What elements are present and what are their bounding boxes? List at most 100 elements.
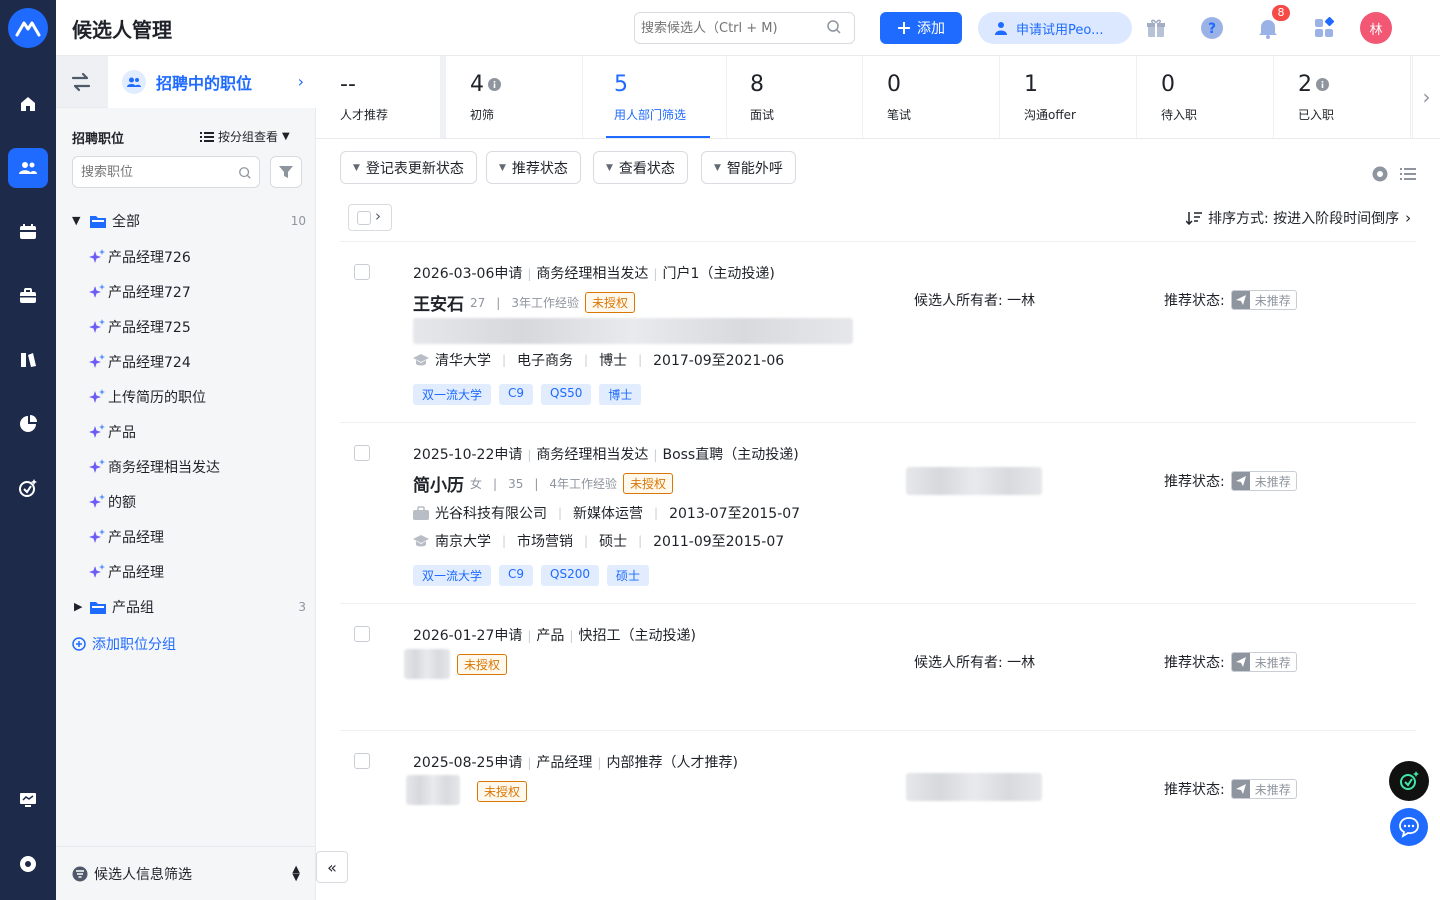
job-item[interactable]: 的额 [56,484,316,519]
unauthorized-badge: 未授权 [584,292,635,313]
switch-icon[interactable] [70,72,92,96]
candidate-card[interactable]: 2026-01-27申请 | 产品 | 快招工（主动投递) 未授权 候选人所有者: 一林… [340,604,1416,730]
candidate-name[interactable]: 简小历 [413,471,464,496]
collapse-sidebar-button[interactable]: « [316,851,348,883]
tree-all[interactable]: ▼ 全部 10 [56,203,316,238]
help-icon[interactable]: ? [1198,14,1226,42]
settings-icon[interactable] [8,844,48,884]
redacted-name [404,649,450,679]
job-item[interactable]: 产品经理727 [56,274,316,309]
job-item-label: 产品经理726 [108,249,191,266]
stage-tab[interactable]: 8 面试 [726,56,863,138]
ai-assistant-fab[interactable] [1389,761,1429,801]
candidate-card[interactable]: 2025-10-22申请 | 商务经理相当发达 | Boss直聘（主动投递) 简小历 女… [340,423,1416,603]
sort-selector[interactable]: 排序方式: 按进入阶段时间倒序 › [1186,208,1411,228]
current-job-selector[interactable]: 招聘中的职位 › [108,56,316,108]
home-icon[interactable] [8,84,48,124]
job-item[interactable]: 上传简历的职位 [56,379,316,414]
sparkle-icon [89,388,105,403]
candidate-card[interactable]: 2025-08-25申请 | 产品经理 | 内部推荐（人才推荐) 未授权 推荐状态: 未… [340,731,1416,831]
stage-tab[interactable]: -- 人才推荐 [316,56,446,138]
send-icon [1231,291,1250,309]
filter-icon [279,166,293,178]
candidate-name-row: 未授权 [457,654,508,675]
job-item[interactable]: 产品经理 [56,519,316,554]
stage-tab[interactable]: 0 待入职 [1137,56,1274,138]
pie-chart-icon[interactable] [8,404,48,444]
candidate-card[interactable]: 2026-03-06申请 | 商务经理相当发达 | 门户1（主动投递) 王安石 27 | … [340,242,1416,422]
group-count: 3 [298,599,306,614]
trial-request-button[interactable]: 申请试用Peo... [978,12,1132,44]
job-search-input[interactable] [72,156,260,188]
team-icon [122,70,146,94]
job-item[interactable]: 产品经理724 [56,344,316,379]
app-logo-icon[interactable] [8,8,48,48]
briefcase-icon[interactable] [8,276,48,316]
group-view-toggle[interactable]: 按分组查看 ▼ [200,128,290,145]
unauthorized-badge: 未授权 [457,654,508,675]
job-search-icon[interactable] [238,165,252,184]
caret-down-icon[interactable]: ▼ [72,214,80,227]
candidate-checkbox[interactable] [354,264,370,280]
add-candidate-button[interactable]: 添加 [880,12,962,44]
not-recommended-badge[interactable]: 未推荐 [1230,652,1297,672]
calendar-icon[interactable] [8,212,48,252]
add-job-group-button[interactable]: 添加职位分组 [72,634,176,654]
job-item[interactable]: 商务经理相当发达 [56,449,316,484]
candidate-search-input[interactable] [634,12,855,44]
candidate-checkbox[interactable] [354,445,370,461]
job-item[interactable]: 产品经理725 [56,309,316,344]
candidates-nav-icon[interactable] [8,148,48,188]
gift-icon[interactable] [1142,14,1170,42]
chat-support-fab[interactable] [1390,808,1428,846]
sparkle-icon [89,493,105,508]
stage-tab[interactable]: 5 用人部门筛选 [590,56,727,138]
stage-tab[interactable]: 2 已入职 [1274,56,1411,138]
sort-arrows-icon: ▲ ▼ [292,863,300,883]
stage-name: 笔试 [887,108,912,122]
tree-group-product[interactable]: ▶ 产品组 3 [56,589,316,624]
job-item[interactable]: 产品经理 [56,554,316,589]
monitor-icon[interactable] [8,780,48,820]
not-recommended-badge[interactable]: 未推荐 [1230,290,1297,310]
stage-next-arrow-icon[interactable]: › [1412,56,1440,138]
caret-right-icon[interactable]: ▶ [74,600,82,613]
apps-grid-icon[interactable] [1310,14,1338,42]
candidate-checkbox[interactable] [354,626,370,642]
stage-tab[interactable]: 4 初筛 [446,56,583,138]
application-line: 2025-08-25申请 | 产品经理 | 内部推荐（人才推荐) [413,755,738,771]
sort-icon [1186,212,1202,225]
search-icon[interactable] [826,19,842,39]
select-all-checkbox[interactable] [357,211,371,225]
filter-recommend-label: 推荐状态 [511,160,568,177]
user-avatar[interactable]: 林 [1360,12,1392,44]
candidate-checkbox[interactable] [354,753,370,769]
stage-tab[interactable]: 1 沟通offer [1000,56,1137,138]
filter-call-label: 智能外呼 [726,160,783,177]
section-title: 招聘职位 [72,132,125,147]
folder-icon [90,601,106,614]
recommend-status: 推荐状态: 未推荐 [1164,652,1297,672]
list-view-icon[interactable] [1400,166,1416,185]
candidate-info-filter[interactable]: 候选人信息筛选 ▲ ▼ [56,846,316,900]
select-all-dropdown[interactable]: › [348,204,392,231]
rec-prefix: 推荐状态: [1164,474,1225,490]
filter-recommend-status[interactable]: ▼ 推荐状态 [486,151,581,184]
stage-tab[interactable]: 0 笔试 [863,56,1000,138]
job-filter-button[interactable] [270,156,302,188]
job-item[interactable]: 产品 [56,414,316,449]
filter-smart-call[interactable]: ▼ 智能外呼 [701,151,796,184]
not-recommended-badge[interactable]: 未推荐 [1230,471,1297,491]
filter-view-status[interactable]: ▼ 查看状态 [593,151,688,184]
settings-circle-icon[interactable] [1372,166,1388,186]
filter-registration-status[interactable]: ▼ 登记表更新状态 [340,151,477,184]
not-recommended-badge[interactable]: 未推荐 [1230,779,1297,799]
job-item[interactable]: 产品经理726 [56,239,316,274]
plus-icon [898,22,910,34]
work-period: 2013-07至2015-07 [669,506,801,522]
candidate-name[interactable]: 王安石 [413,290,464,315]
edu-degree: 博士 [599,353,628,369]
library-icon[interactable] [8,340,48,380]
ai-assistant-icon[interactable] [8,468,48,508]
filter-registration-label: 登记表更新状态 [365,160,464,177]
